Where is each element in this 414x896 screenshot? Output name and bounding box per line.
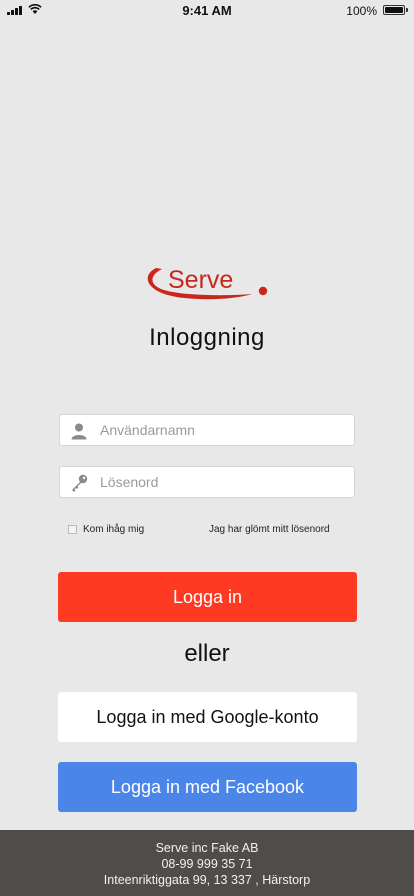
google-login-button[interactable]: Logga in med Google-konto [58, 692, 357, 742]
username-field[interactable] [59, 414, 355, 446]
footer-phone: 08-99 999 35 71 [161, 857, 253, 871]
password-input[interactable] [100, 467, 350, 497]
login-options: Kom ihåg mig Jag har glömt mitt lösenord [68, 524, 348, 538]
username-input[interactable] [100, 415, 350, 445]
password-field[interactable] [59, 466, 355, 498]
battery-tip [406, 8, 408, 12]
footer-address: Inteenriktiggata 99, 13 337 , Härstorp [103, 873, 311, 887]
status-bar: 9:41 AM 100% [0, 0, 414, 22]
remember-label: Kom ihåg mig [83, 524, 145, 535]
login-button[interactable]: Logga in [58, 572, 357, 622]
logo-text: Serve [168, 266, 233, 294]
user-icon [71, 423, 87, 440]
footer-company: Serve inc Fake AB [155, 841, 259, 855]
battery-icon [383, 5, 405, 15]
or-divider-text: eller [184, 640, 230, 667]
facebook-login-button[interactable]: Logga in med Facebook [58, 762, 357, 812]
serve-logo: Serve [147, 266, 268, 300]
key-icon [72, 474, 88, 492]
footer: Serve inc Fake AB 08-99 999 35 71 Inteen… [0, 830, 414, 896]
forgot-password-link[interactable]: Jag har glömt mitt lösenord [209, 524, 330, 535]
battery-percentage: 100% [346, 4, 377, 18]
page-title: Inloggning [149, 324, 265, 351]
remember-me[interactable]: Kom ihåg mig [68, 524, 144, 535]
remember-checkbox[interactable] [68, 525, 77, 534]
